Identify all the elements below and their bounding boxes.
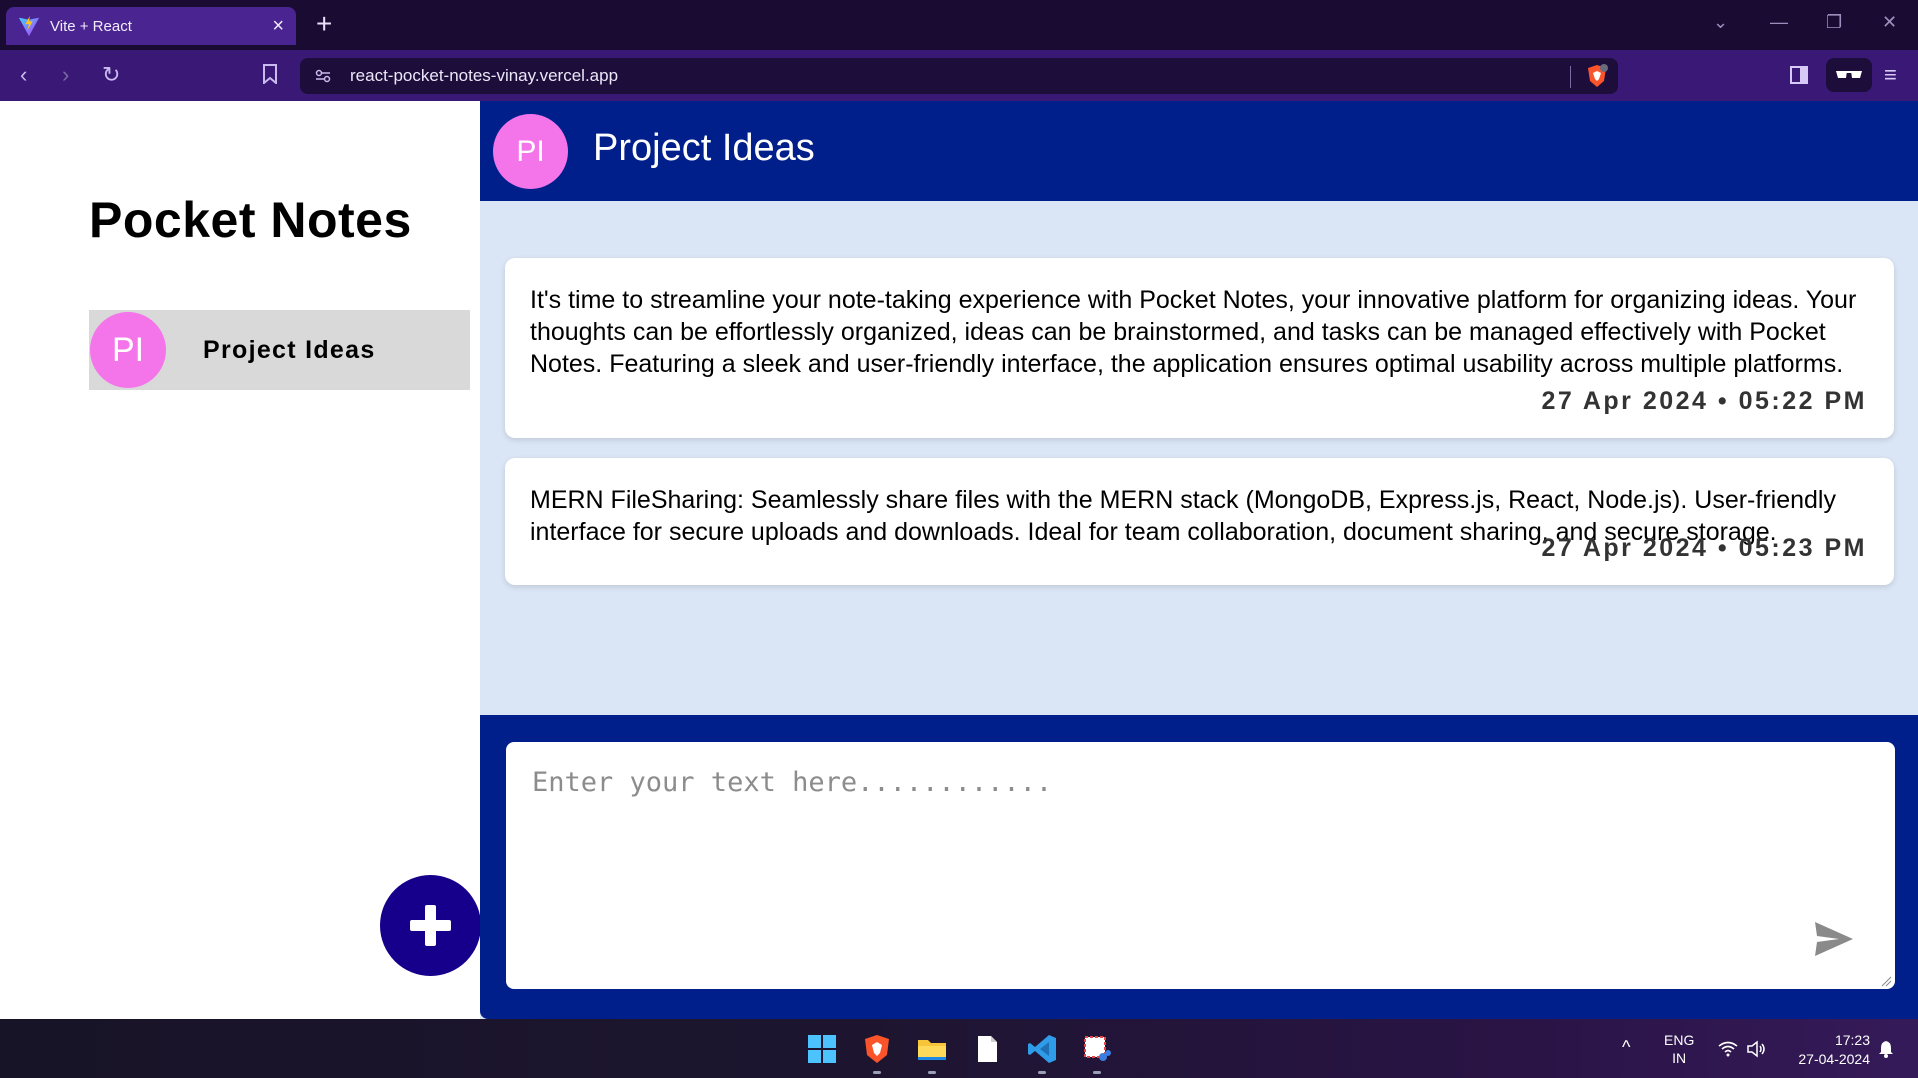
- browser-toolbar: ‹ › ↻ react-pocket-notes-vinay.vercel.ap…: [0, 50, 1918, 101]
- wifi-icon[interactable]: [1718, 1041, 1738, 1057]
- brave-browser-icon[interactable]: [861, 1033, 893, 1065]
- note-timestamp: 27 Apr 2024 • 05:22 PM: [1542, 387, 1868, 416]
- snipping-tool-icon[interactable]: [1081, 1033, 1113, 1065]
- language-code: ENG: [1664, 1032, 1695, 1048]
- sidebar: Pocket Notes PI Project Ideas: [0, 101, 481, 1019]
- note-date: 27 Apr 2024: [1541, 534, 1709, 562]
- sidebar-toggle-icon[interactable]: [1790, 66, 1808, 84]
- plus-icon-vertical: [425, 905, 436, 946]
- vite-icon: [18, 15, 40, 37]
- note-timestamp: 27 Apr 2024 • 05:23 PM: [1542, 534, 1868, 563]
- running-indicator: [873, 1071, 881, 1074]
- reload-icon[interactable]: ↻: [102, 62, 120, 88]
- pocket-notes-app: Pocket Notes PI Project Ideas PI Project…: [0, 101, 1918, 1019]
- send-icon[interactable]: [1813, 920, 1855, 958]
- bookmark-icon[interactable]: [262, 64, 278, 84]
- running-indicator: [928, 1071, 936, 1074]
- glasses-icon: [1836, 71, 1862, 78]
- back-icon[interactable]: ‹: [20, 62, 27, 88]
- address-bar-divider: [1570, 66, 1571, 88]
- browser-tab-strip: Vite + React × + ⌄ — ❐ ✕: [0, 0, 1918, 50]
- minimize-icon[interactable]: —: [1770, 12, 1788, 33]
- note-text: It's time to streamline your note-taking…: [530, 286, 1857, 378]
- region-code: IN: [1672, 1050, 1687, 1066]
- file-explorer-icon[interactable]: [916, 1033, 948, 1065]
- note-date: 27 Apr 2024: [1541, 387, 1709, 415]
- note-input[interactable]: [506, 742, 1895, 989]
- tab-close-icon[interactable]: ×: [272, 16, 284, 36]
- running-indicator: [1038, 1071, 1046, 1074]
- chat-avatar: PI: [493, 114, 568, 189]
- clock-date: 27-04-2024: [1798, 1051, 1870, 1067]
- language-indicator[interactable]: ENG IN: [1664, 1031, 1694, 1067]
- app-title: Pocket Notes: [89, 192, 412, 248]
- notepad-icon[interactable]: [971, 1033, 1003, 1065]
- notification-bell-icon[interactable]: [1878, 1040, 1894, 1058]
- bullet-separator: •: [1717, 534, 1739, 562]
- group-name: Project Ideas: [203, 336, 376, 364]
- note-card: It's time to streamline your note-taking…: [505, 258, 1894, 438]
- taskbar: ^ ENG IN 17:23 27-04-2024: [0, 1019, 1918, 1078]
- reader-mode-button[interactable]: [1826, 58, 1872, 92]
- chat-title: Project Ideas: [593, 127, 815, 169]
- note-time: 05:23 PM: [1738, 534, 1867, 562]
- add-group-button[interactable]: [380, 875, 481, 976]
- tray-overflow-icon[interactable]: ^: [1622, 1037, 1630, 1058]
- group-item-project-ideas[interactable]: PI Project Ideas: [89, 310, 470, 390]
- menu-icon[interactable]: ≡: [1884, 62, 1897, 88]
- tab-title: Vite + React: [50, 17, 132, 35]
- volume-icon[interactable]: [1746, 1040, 1766, 1058]
- vscode-icon[interactable]: [1026, 1033, 1058, 1065]
- browser-tab[interactable]: Vite + React ×: [6, 7, 296, 45]
- clock-time: 17:23: [1834, 1032, 1870, 1048]
- chat-header: PI Project Ideas: [480, 101, 1918, 201]
- running-indicator: [1093, 1071, 1101, 1074]
- address-bar[interactable]: react-pocket-notes-vinay.vercel.app: [300, 58, 1618, 94]
- group-avatar: PI: [90, 312, 166, 388]
- restore-icon[interactable]: ❐: [1826, 12, 1842, 33]
- resize-grip-icon[interactable]: [1880, 975, 1892, 987]
- new-tab-icon[interactable]: +: [316, 9, 332, 39]
- note-time: 05:22 PM: [1738, 387, 1867, 415]
- window-close-icon[interactable]: ✕: [1882, 12, 1897, 33]
- clock[interactable]: 17:23 27-04-2024: [1786, 1031, 1870, 1069]
- forward-icon[interactable]: ›: [62, 62, 69, 88]
- url-text: react-pocket-notes-vinay.vercel.app: [350, 66, 619, 85]
- brave-shield-icon[interactable]: [1586, 64, 1608, 88]
- note-composer: [480, 715, 1918, 1019]
- bullet-separator: •: [1717, 387, 1739, 415]
- tab-search-chevron-icon[interactable]: ⌄: [1713, 12, 1728, 33]
- windows-start-icon[interactable]: [806, 1033, 838, 1065]
- site-settings-icon[interactable]: [314, 67, 332, 85]
- note-card: MERN FileSharing: Seamlessly share files…: [505, 458, 1894, 585]
